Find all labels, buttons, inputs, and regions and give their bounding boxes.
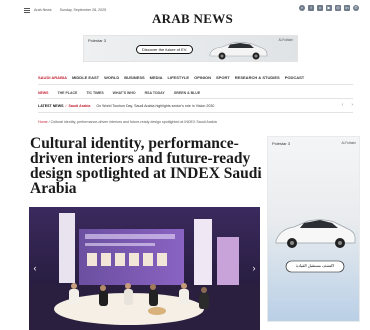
ticker-category[interactable]: Saudi Arabia [69,104,91,108]
subnav-news[interactable]: NEWS [38,91,49,95]
top-banner-ad[interactable]: Polestar 3 Discover the future of EV. Al… [83,35,298,62]
ticker-controls: ‹ › [342,102,353,108]
ticker-separator: / [65,104,67,108]
nav-middle-east[interactable]: MIDDLE EAST [72,75,99,80]
breadcrumb-home[interactable]: Home [38,120,48,124]
chevron-left-icon[interactable]: ‹ [342,102,344,108]
nav-world[interactable]: WORLD [104,75,119,80]
article-image[interactable]: ‹ › [29,207,260,330]
subnav-whats-who[interactable]: WHAT'S WHO [113,91,136,95]
subnav-the-place[interactable]: THE PLACE [58,91,78,95]
nav-divider [38,84,353,85]
nav-research-studies[interactable]: RESEARCH & STUDIES [235,75,280,80]
nav-media[interactable]: MEDIA [150,75,163,80]
chevron-right-icon[interactable]: › [250,262,258,274]
sidebar-ad-brand: Polestar 3 [272,141,291,146]
main-nav: SAUDI ARABIA MIDDLE EAST WORLD BUSINESS … [20,72,365,83]
event-photo [29,207,260,330]
ticker-divider [38,112,353,113]
page: Arab News Sunday, September 28, 2025 ⌕ f… [20,0,365,330]
breadcrumb: Home / Cultural identity, performance-dr… [38,120,217,124]
subnav-green-blue[interactable]: GREEN & BLUE [174,91,200,95]
sidebar-ad[interactable]: Polestar 3 Al-Futtaim اكتشف مستقبل القيا… [267,136,360,322]
ad-partner-logo: Al-Futtaim [278,38,293,42]
car-image [209,41,268,60]
nav-lifestyle[interactable]: LIFESTYLE [168,75,190,80]
ticker-headline[interactable]: On World Tourism Day, Saudi Arabia highl… [96,104,214,108]
sidebar-ad-cta[interactable]: اكتشف مستقبل القيادة [286,263,344,268]
latest-news-ticker: LATEST NEWS / Saudi Arabia On World Tour… [38,102,353,110]
sidebar-ad-art [268,137,359,321]
subnav-tic-times[interactable]: TIC TIMES [86,91,103,95]
nav-podcast[interactable]: PODCAST [285,75,305,80]
nav-saudi-arabia[interactable]: SAUDI ARABIA [38,75,67,80]
ad-cta-button[interactable]: Discover the future of EV. [136,45,194,54]
chevron-right-icon[interactable]: › [351,102,353,108]
nav-business[interactable]: BUSINESS [124,75,144,80]
sub-nav: NEWS THE PLACE TIC TIMES WHAT'S WHO RSA … [20,88,365,97]
latest-news-label: LATEST NEWS [38,104,64,108]
ad-brand: Polestar 3 [88,38,107,43]
breadcrumb-current: Cultural identity, performance-driven in… [50,120,217,124]
sidebar-ad-partner: Al-Futtaim [341,141,356,145]
nav-opinion[interactable]: OPINION [194,75,211,80]
chevron-left-icon[interactable]: ‹ [31,262,39,274]
nav-sport[interactable]: SPORT [216,75,230,80]
article-title: Cultural identity, performance-driven in… [30,135,262,197]
site-logo[interactable]: ARAB NEWS [20,11,365,27]
subnav-rsa-today[interactable]: RSA TODAY [145,91,165,95]
subnav-divider [38,98,353,99]
